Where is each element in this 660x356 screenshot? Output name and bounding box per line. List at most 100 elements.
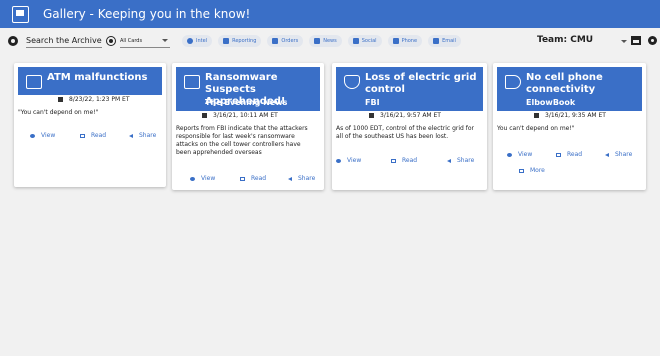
view-button[interactable]: View: [336, 157, 361, 164]
gear-icon[interactable]: [648, 36, 657, 45]
chip-label: Email: [442, 38, 456, 44]
chip-intel[interactable]: Intel: [182, 35, 213, 47]
read-button[interactable]: Read: [556, 151, 582, 158]
calendar-icon[interactable]: [631, 36, 641, 45]
card-title-line: control: [365, 84, 405, 95]
card-header: No cell phone connectivity ElbowBook: [497, 67, 642, 111]
chip-label: Social: [361, 38, 377, 44]
chevron-down-icon[interactable]: [621, 40, 627, 43]
card-no-cell-connectivity: No cell phone connectivity ElbowBook 3/16…: [493, 63, 646, 190]
card-body-line: "You can't depend on me!": [18, 109, 99, 116]
read-button[interactable]: Read: [391, 157, 417, 164]
search-clear-button[interactable]: [106, 36, 116, 46]
calendar-icon: [58, 97, 63, 102]
chip-news[interactable]: News: [309, 35, 342, 47]
chip-email[interactable]: Email: [428, 35, 461, 47]
eye-icon: [190, 176, 195, 181]
shield-icon: [187, 38, 193, 44]
megaphone-icon: [352, 38, 359, 44]
card-body-line: attacks on the cell tower controllers ha…: [176, 141, 301, 148]
chip-label: Reporting: [232, 38, 257, 44]
chip-label: Phone: [401, 38, 418, 44]
chip-social[interactable]: Social: [347, 35, 382, 47]
card-source: FBI: [365, 98, 380, 107]
card-atm-malfunctions: ATM malfunctions 8/23/22, 1:23 PM ET "Yo…: [14, 63, 166, 187]
view-button[interactable]: View: [190, 175, 215, 182]
view-button[interactable]: View: [30, 132, 55, 139]
card-date: 3/16/21, 10:11 AM ET: [202, 112, 278, 119]
team-selector[interactable]: Team: CMU: [537, 35, 593, 45]
tv-icon: [184, 75, 200, 89]
team-value: CMU: [570, 35, 594, 45]
card-title-line: Ransomware Suspects: [205, 72, 278, 95]
card-header: ATM malfunctions: [18, 67, 162, 95]
card-body-line: As of 1000 EDT, control of the electric …: [336, 125, 474, 132]
chip-label: News: [323, 38, 337, 44]
eye-icon: [30, 133, 35, 138]
view-button[interactable]: View: [507, 151, 532, 158]
read-label: Read: [91, 132, 107, 139]
app-bar: Gallery - Keeping you in the know!: [0, 0, 660, 28]
card-filter-select[interactable]: All Cards: [120, 34, 170, 48]
card-title: ATM malfunctions: [47, 72, 147, 84]
card-body: Reports from FBI indicate that the attac…: [176, 125, 308, 157]
share-label: Share: [457, 157, 475, 164]
view-label: View: [41, 132, 56, 139]
calendar-icon: [202, 113, 207, 118]
gallery-icon: [12, 5, 29, 23]
megaphone-icon: [505, 75, 521, 89]
read-label: Read: [402, 157, 418, 164]
open-in-new-icon: [556, 152, 561, 157]
filter-settings-icon[interactable]: [8, 36, 18, 46]
share-button[interactable]: Share: [129, 132, 156, 139]
email-icon: [433, 38, 440, 44]
card-source: The Evening News: [205, 98, 288, 107]
card-body-line: all of the southeast US has been lost.: [336, 133, 449, 140]
card-date: 3/16/21, 9:35 AM ET: [534, 112, 606, 119]
more-button[interactable]: More: [519, 167, 545, 174]
tv-icon: [314, 38, 321, 44]
card-electric-grid: Loss of electric grid control FBI 3/16/21…: [332, 63, 487, 190]
tv-icon: [26, 75, 42, 89]
share-button[interactable]: Share: [605, 151, 632, 158]
chip-reporting[interactable]: Reporting: [218, 35, 262, 47]
card-title-line: Loss of electric grid: [365, 72, 477, 83]
open-in-new-icon: [240, 176, 245, 181]
view-label: View: [518, 151, 533, 158]
share-label: Share: [615, 151, 633, 158]
card-date: 8/23/22, 1:23 PM ET: [58, 96, 129, 103]
share-icon: [605, 152, 609, 157]
open-in-new-icon: [80, 133, 85, 138]
card-body-line: been apprehended overseas: [176, 149, 262, 156]
card-header: Loss of electric grid control FBI: [336, 67, 483, 111]
share-button[interactable]: Share: [447, 157, 474, 164]
team-label: Team:: [537, 35, 568, 45]
share-label: Share: [298, 175, 316, 182]
app-title: Gallery - Keeping you in the know!: [43, 7, 251, 21]
chevron-down-icon: [162, 39, 168, 42]
card-body: "You can't depend on me!": [18, 109, 98, 117]
read-label: Read: [251, 175, 267, 182]
search-input[interactable]: [26, 34, 102, 48]
share-button[interactable]: Share: [288, 175, 315, 182]
clipboard-icon: [272, 38, 279, 44]
card-date: 3/16/21, 9:57 AM ET: [369, 112, 441, 119]
chip-label: Intel: [196, 38, 208, 44]
read-button[interactable]: Read: [80, 132, 106, 139]
card-header: Ransomware Suspects Apprehended! The Even…: [176, 67, 320, 111]
card-ransomware-suspects: Ransomware Suspects Apprehended! The Even…: [172, 63, 324, 190]
read-button[interactable]: Read: [240, 175, 266, 182]
open-in-new-icon: [391, 158, 396, 163]
card-date-text: 8/23/22, 1:23 PM ET: [69, 96, 130, 103]
view-label: View: [347, 157, 362, 164]
view-label: View: [201, 175, 216, 182]
calendar-icon: [369, 113, 374, 118]
more-label: More: [530, 167, 545, 174]
card-date-text: 3/16/21, 9:57 AM ET: [380, 112, 441, 119]
card-title-line: connectivity: [526, 84, 596, 95]
chip-phone[interactable]: Phone: [387, 35, 423, 47]
card-body-line: Reports from FBI indicate that the attac…: [176, 125, 308, 132]
card-body: As of 1000 EDT, control of the electric …: [336, 125, 474, 141]
reply-icon: [519, 168, 524, 173]
chip-orders[interactable]: Orders: [267, 35, 304, 47]
